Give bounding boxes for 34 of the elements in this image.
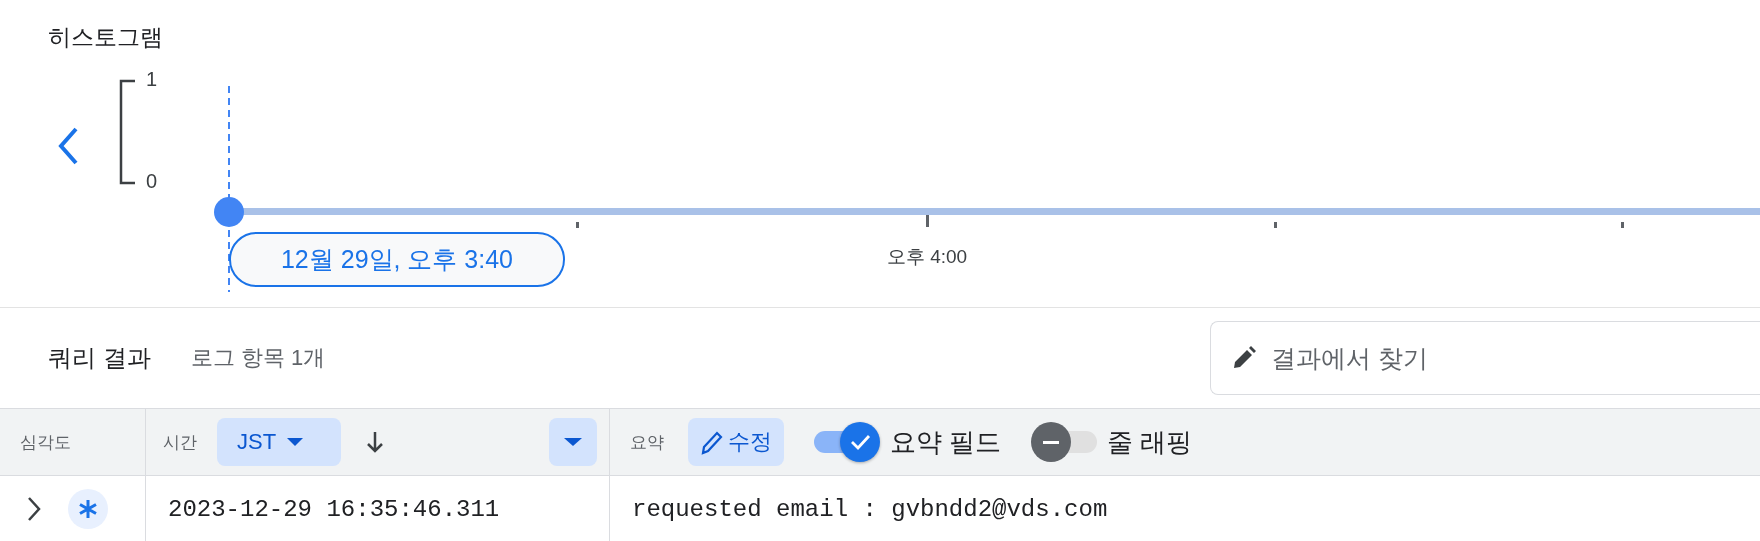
range-handle[interactable] (213, 196, 245, 228)
tick-mark (926, 215, 929, 227)
caret-icon (563, 437, 583, 447)
toggle-label: 요약 필드 (890, 425, 1002, 459)
tick-mark (1274, 222, 1277, 228)
edit-button[interactable]: 수정 (688, 418, 784, 466)
tick-mark (576, 222, 579, 228)
column-header: 심각도 (20, 431, 71, 454)
axis-tick-label: 0 (146, 170, 158, 193)
table-cell: requested email : gvbndd2@vds.com (632, 495, 1108, 523)
minus-icon (1043, 440, 1060, 444)
table-cell: 2023-12-29 16:35:46.311 (168, 495, 500, 523)
toggle-switch[interactable] (814, 420, 880, 464)
caret-icon (286, 437, 305, 447)
result-count: 로그 항목 1개 (190, 344, 326, 372)
expand-chevron-icon[interactable] (26, 495, 42, 523)
axis-tick-label: 1 (146, 68, 158, 91)
search-input[interactable]: 결과에서 찾기 (1269, 342, 1673, 374)
tick-mark (1621, 222, 1624, 228)
time-label: 12월 29일, 오후 3:40 (229, 232, 565, 287)
toggle-label: 줄 래핑 (1107, 425, 1193, 459)
timezone-dropdown[interactable]: JST (217, 418, 341, 466)
section-title: 쿼리 결과 (48, 343, 151, 373)
severity-icon (68, 489, 108, 529)
sort-arrow-icon[interactable] (366, 430, 384, 454)
toggle-switch[interactable] (1031, 420, 1098, 464)
pencil-icon (1231, 345, 1257, 371)
column-menu-button[interactable] (549, 418, 597, 466)
column-header: 시간 (163, 431, 197, 454)
axis-tick-label: 오후 4:00 (886, 245, 968, 269)
pencil-icon (700, 429, 724, 455)
column-header: 요약 (630, 431, 664, 454)
search-field[interactable]: 결과에서 찾기 (1210, 321, 1760, 395)
section-title: 히스토그램 (48, 23, 163, 52)
